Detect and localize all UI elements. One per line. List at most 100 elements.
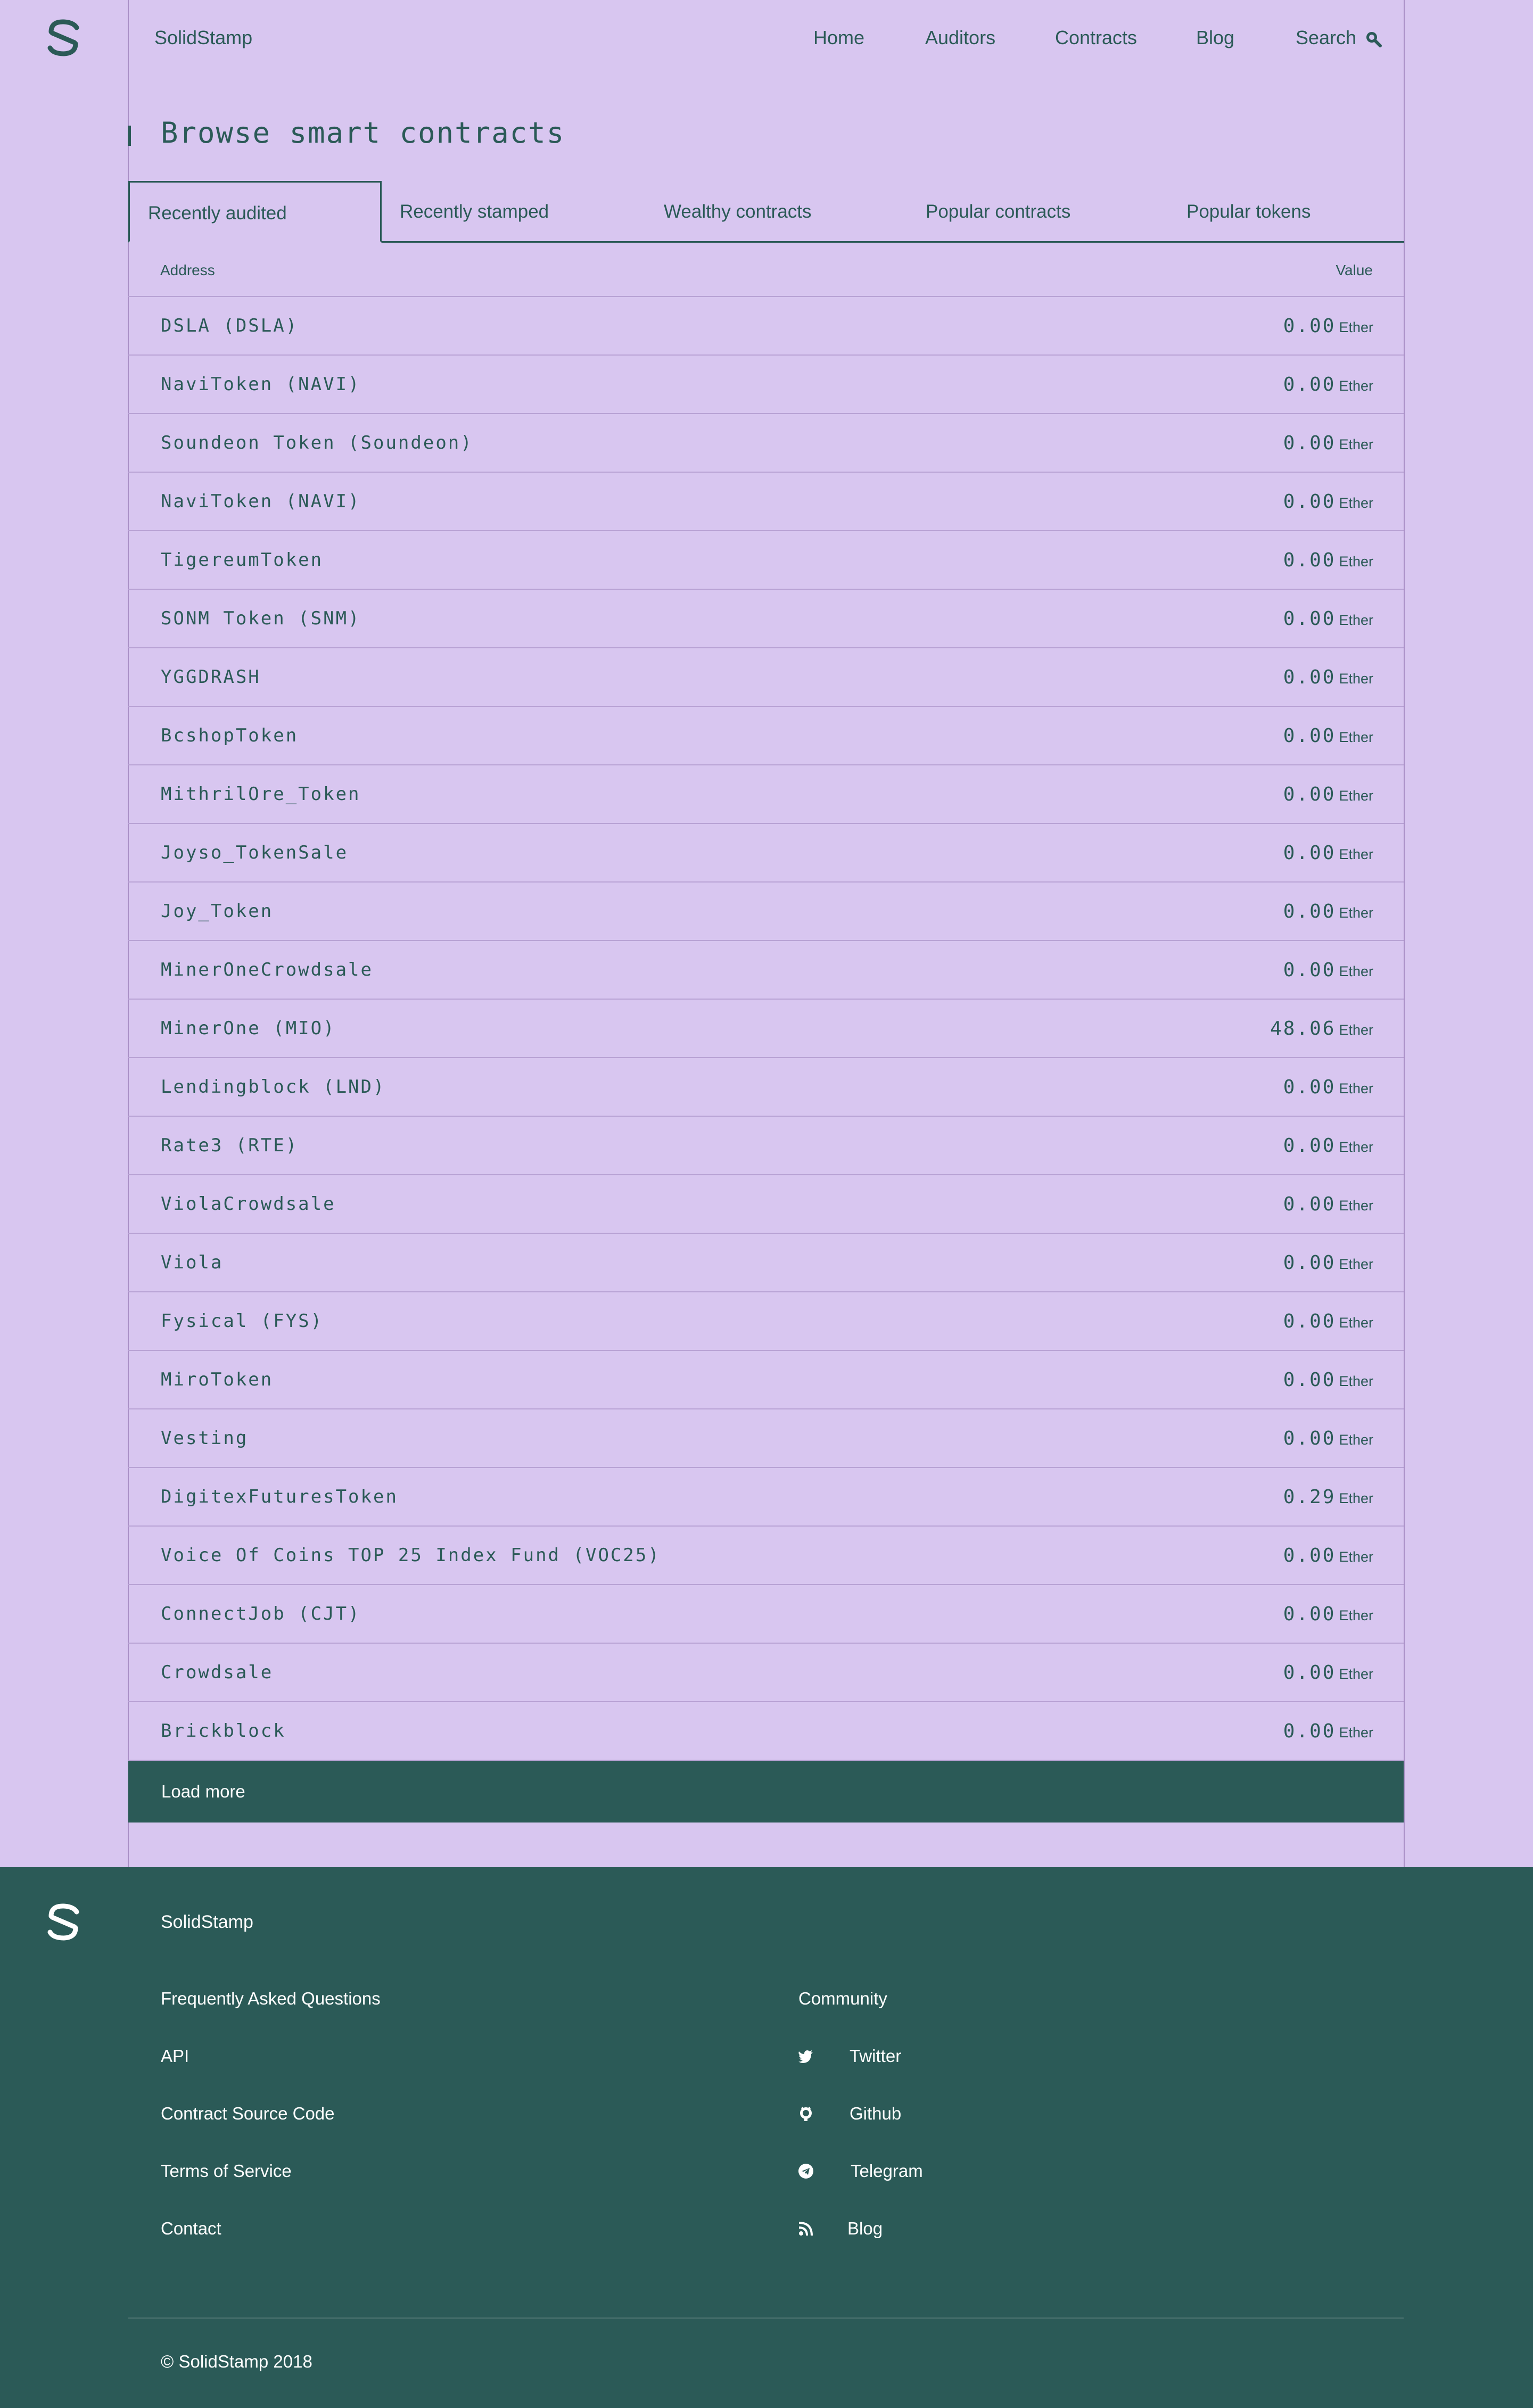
table-row[interactable]: MiroToken 0.00 Ether	[128, 1351, 1404, 1409]
value-amount: 0.00	[1283, 1193, 1336, 1215]
solidstamp-footer-logo-icon[interactable]	[46, 1903, 81, 1941]
table-row[interactable]: Vesting 0.00 Ether	[128, 1409, 1404, 1468]
value-unit: Ether	[1339, 846, 1373, 862]
contract-name[interactable]: SONM Token (SNM)	[161, 608, 361, 629]
table-row[interactable]: Voice Of Coins TOP 25 Index Fund (VOC25)…	[128, 1527, 1404, 1585]
table-row[interactable]: BcshopToken 0.00 Ether	[128, 707, 1404, 765]
contract-name[interactable]: ConnectJob (CJT)	[161, 1603, 361, 1624]
load-more-button[interactable]: Load more	[128, 1761, 1404, 1823]
table-row[interactable]: TigereumToken 0.00 Ether	[128, 531, 1404, 590]
table-row[interactable]: DigitexFuturesToken 0.29 Ether	[128, 1468, 1404, 1527]
value-amount: 0.00	[1283, 784, 1336, 805]
table-row[interactable]: Lendingblock (LND) 0.00 Ether	[128, 1058, 1404, 1117]
nav-blog[interactable]: Blog	[1196, 27, 1234, 49]
contract-name[interactable]: Brickblock	[161, 1720, 286, 1742]
contract-name[interactable]: Voice Of Coins TOP 25 Index Fund (VOC25)	[161, 1545, 661, 1566]
table-row[interactable]: ConnectJob (CJT) 0.00 Ether	[128, 1585, 1404, 1644]
contract-name[interactable]: YGGDRASH	[161, 666, 261, 688]
footer-link-telegram[interactable]: Telegram	[851, 2161, 923, 2181]
contract-name[interactable]: Vesting	[161, 1428, 248, 1449]
table-row[interactable]: MithrilOre_Token 0.00 Ether	[128, 765, 1404, 824]
footer-link-blog[interactable]: Blog	[847, 2219, 883, 2239]
value-unit: Ether	[1339, 1549, 1373, 1565]
contract-name[interactable]: MinerOne (MIO)	[161, 1018, 336, 1039]
page-title: Browse smart contracts	[161, 116, 565, 150]
title-accent-bar	[128, 126, 131, 146]
contract-name[interactable]: Soundeon Token (Soundeon)	[161, 432, 473, 453]
contract-name[interactable]: ViolaCrowdsale	[161, 1193, 336, 1215]
contract-name[interactable]: Joyso_TokenSale	[161, 842, 348, 863]
nav-home[interactable]: Home	[813, 27, 864, 49]
value-unit: Ether	[1339, 1432, 1373, 1448]
value-amount: 48.06	[1270, 1018, 1336, 1040]
contract-name[interactable]: DSLA (DSLA)	[161, 315, 298, 336]
contract-name[interactable]: Viola	[161, 1252, 223, 1273]
twitter-icon[interactable]	[798, 2048, 814, 2064]
contract-name[interactable]: MinerOneCrowdsale	[161, 959, 373, 980]
table-row[interactable]: Viola 0.00 Ether	[128, 1234, 1404, 1292]
tab-popular-tokens[interactable]: Popular tokens	[1168, 181, 1404, 243]
table-row[interactable]: NaviToken (NAVI) 0.00 Ether	[128, 473, 1404, 531]
table-row[interactable]: SONM Token (SNM) 0.00 Ether	[128, 590, 1404, 648]
value-amount: 0.00	[1283, 842, 1336, 864]
table-row[interactable]: MinerOneCrowdsale 0.00 Ether	[128, 941, 1404, 1000]
table-row[interactable]: ViolaCrowdsale 0.00 Ether	[128, 1175, 1404, 1234]
contract-name[interactable]: MiroToken	[161, 1369, 273, 1390]
contract-name[interactable]: DigitexFuturesToken	[161, 1486, 398, 1507]
contract-name[interactable]: Joy_Token	[161, 901, 273, 922]
footer-link-faq[interactable]: Frequently Asked Questions	[161, 1989, 381, 2009]
footer-link-terms-of-service[interactable]: Terms of Service	[161, 2161, 292, 2181]
contract-value: 0.00 Ether	[1283, 959, 1373, 981]
contract-name[interactable]: TigereumToken	[161, 549, 323, 571]
contract-value: 0.00 Ether	[1283, 1076, 1373, 1098]
solidstamp-logo-icon[interactable]	[46, 19, 81, 56]
search-icon	[1366, 32, 1382, 48]
nav-contracts[interactable]: Contracts	[1055, 27, 1137, 49]
nav-auditors[interactable]: Auditors	[925, 27, 995, 49]
value-unit: Ether	[1339, 554, 1373, 570]
contract-value: 0.00 Ether	[1283, 842, 1373, 864]
table-row[interactable]: Soundeon Token (Soundeon) 0.00 Ether	[128, 414, 1404, 473]
table-row[interactable]: YGGDRASH 0.00 Ether	[128, 648, 1404, 707]
table-header: Address Value	[128, 244, 1404, 297]
table-row[interactable]: Fysical (FYS) 0.00 Ether	[128, 1292, 1404, 1351]
table-row[interactable]: MinerOne (MIO) 48.06 Ether	[128, 1000, 1404, 1058]
nav-search[interactable]: Search	[1296, 27, 1382, 49]
table-row[interactable]: DSLA (DSLA) 0.00 Ether	[128, 297, 1404, 356]
contract-value: 0.00 Ether	[1283, 432, 1373, 454]
footer-link-api[interactable]: API	[161, 2046, 189, 2066]
contract-name[interactable]: MithrilOre_Token	[161, 784, 361, 805]
contract-value: 0.29 Ether	[1283, 1486, 1373, 1508]
contract-name[interactable]: Crowdsale	[161, 1662, 273, 1683]
tab-recently-stamped[interactable]: Recently stamped	[382, 181, 646, 243]
footer-link-contract-source-code[interactable]: Contract Source Code	[161, 2104, 335, 2124]
contract-name[interactable]: Lendingblock (LND)	[161, 1076, 385, 1098]
tab-popular-contracts[interactable]: Popular contracts	[908, 181, 1168, 243]
value-unit: Ether	[1339, 1081, 1373, 1096]
contract-name[interactable]: BcshopToken	[161, 725, 298, 746]
footer-link-github[interactable]: Github	[850, 2104, 901, 2124]
contract-value: 0.00 Ether	[1283, 901, 1373, 922]
brand-name[interactable]: SolidStamp	[154, 27, 252, 49]
table-row[interactable]: Brickblock 0.00 Ether	[128, 1702, 1404, 1761]
tab-wealthy-contracts[interactable]: Wealthy contracts	[646, 181, 908, 243]
contract-name[interactable]: Fysical (FYS)	[161, 1310, 323, 1332]
rss-icon[interactable]	[798, 2221, 814, 2237]
value-unit: Ether	[1339, 788, 1373, 804]
table-row[interactable]: Rate3 (RTE) 0.00 Ether	[128, 1117, 1404, 1175]
telegram-icon[interactable]	[798, 2163, 814, 2179]
contract-name[interactable]: NaviToken (NAVI)	[161, 374, 361, 395]
github-icon[interactable]	[798, 2106, 814, 2122]
table-row[interactable]: Joyso_TokenSale 0.00 Ether	[128, 824, 1404, 883]
tab-recently-audited[interactable]: Recently audited	[128, 181, 382, 243]
table-row[interactable]: Crowdsale 0.00 Ether	[128, 1644, 1404, 1702]
table-row[interactable]: Joy_Token 0.00 Ether	[128, 883, 1404, 941]
table-row[interactable]: NaviToken (NAVI) 0.00 Ether	[128, 356, 1404, 414]
footer-link-contact[interactable]: Contact	[161, 2219, 221, 2239]
footer-link-twitter[interactable]: Twitter	[850, 2046, 901, 2066]
contract-value: 0.00 Ether	[1283, 374, 1373, 395]
value-amount: 0.00	[1283, 1545, 1336, 1566]
contract-name[interactable]: NaviToken (NAVI)	[161, 491, 361, 512]
contract-name[interactable]: Rate3 (RTE)	[161, 1135, 298, 1156]
footer: SolidStamp Frequently Asked Questions AP…	[0, 1867, 1533, 2408]
